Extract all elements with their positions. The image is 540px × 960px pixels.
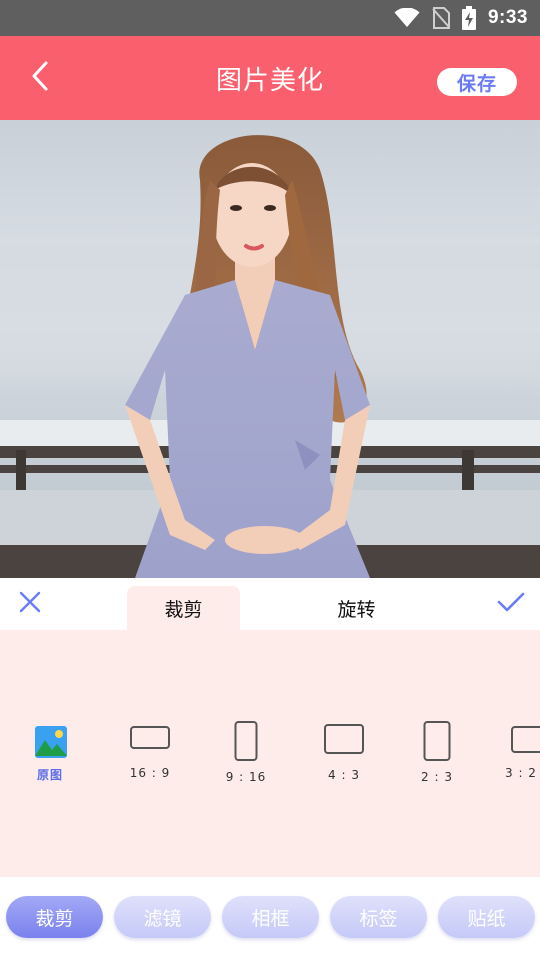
ratio-label: 2 : 3 [421, 770, 453, 784]
ratio-9-16[interactable]: 9 : 16 [199, 718, 293, 790]
ratio-label: 原图 [36, 768, 63, 782]
bottom-tool-bar: 裁剪 滤镜 相框 标签 贴纸 [0, 877, 540, 960]
cancel-button[interactable] [14, 588, 46, 620]
edit-tabs-bar: 裁剪 旋转 [0, 578, 540, 630]
ratio-3-2-shape [511, 726, 540, 753]
status-time: 9:33 [487, 7, 528, 28]
ratio-label: 9 : 16 [225, 770, 267, 784]
image-icon [35, 726, 67, 762]
save-button[interactable]: 保存 [437, 68, 517, 96]
tool-filter-button[interactable]: 滤镜 [114, 896, 211, 938]
confirm-button[interactable] [494, 588, 528, 620]
status-icons: 9:33 [394, 0, 528, 36]
tool-crop-button[interactable]: 裁剪 [6, 896, 103, 938]
ratio-label: 3 : 2 [505, 766, 537, 780]
wifi-icon [394, 8, 420, 28]
ratio-4-3[interactable]: 4 : 3 [297, 718, 391, 790]
app-header: 图片美化 保存 [0, 36, 540, 120]
check-icon [497, 591, 525, 617]
status-bar: 9:33 [0, 0, 540, 36]
tool-frame-button[interactable]: 相框 [222, 896, 319, 938]
close-icon [19, 591, 41, 617]
tab-crop[interactable]: 裁剪 [127, 586, 240, 630]
ratio-label: 16 : 9 [129, 766, 171, 780]
ratio-2-3[interactable]: 2 : 3 [390, 718, 484, 790]
ratio-original[interactable]: 原图 [3, 718, 97, 790]
tool-label-button[interactable]: 标签 [330, 896, 427, 938]
photo-preview [0, 120, 540, 578]
ratio-3-2[interactable]: 3 : 2 [483, 718, 540, 790]
tool-sticker-button[interactable]: 贴纸 [438, 896, 535, 938]
ratio-label: 4 : 3 [328, 768, 360, 782]
no-sim-icon [432, 7, 450, 29]
ratio-2-3-shape [423, 721, 451, 761]
ratio-16-9-shape [130, 726, 170, 749]
crop-ratio-panel: 原图 16 : 9 9 : 16 4 : 3 2 : 3 3 : 2 [0, 630, 540, 877]
battery-charging-icon [461, 6, 476, 30]
ratio-4-3-shape [324, 724, 364, 754]
ratio-16-9[interactable]: 16 : 9 [103, 718, 197, 790]
tab-rotate[interactable]: 旋转 [300, 586, 413, 630]
ratio-9-16-shape [234, 721, 258, 761]
